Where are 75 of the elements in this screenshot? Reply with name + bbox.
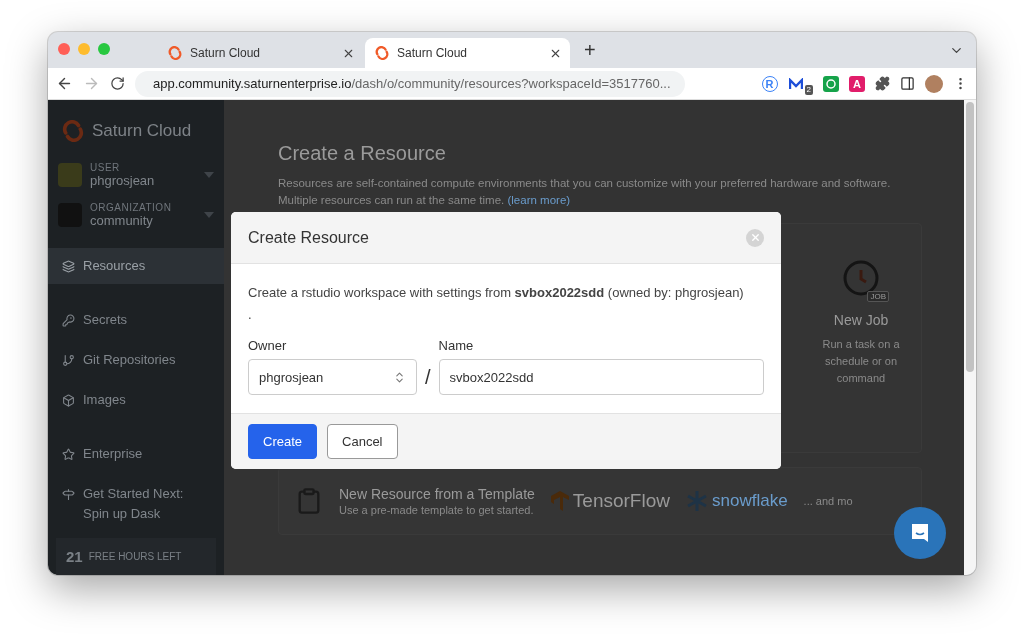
job-badge: JOB: [867, 291, 889, 302]
card-text: Run a task on a schedule or on command: [821, 337, 901, 386]
up-down-chevron-icon: [393, 370, 406, 384]
owner-select[interactable]: phgrosjean: [248, 359, 417, 395]
hours-label: FREE HOURS LEFT: [88, 551, 182, 562]
create-button[interactable]: Create: [248, 424, 318, 459]
name-label: Name: [438, 338, 475, 353]
m-logo-icon: [788, 77, 803, 90]
maximize-window-dot[interactable]: [98, 43, 110, 55]
saturn-logo-icon: [62, 120, 84, 142]
extensions-icon[interactable]: [875, 76, 890, 91]
logo-text: TensorFlow: [550, 490, 670, 512]
template-subtitle: Use a pre-made template to get started.: [339, 504, 535, 516]
new-tab-button[interactable]: +: [580, 38, 600, 62]
tensor-logo-icon: [550, 491, 569, 511]
cube-icon: [62, 394, 75, 407]
signpost-icon: [62, 488, 75, 501]
star-icon: [62, 448, 75, 461]
minimize-window-dot[interactable]: [78, 43, 90, 55]
browser-tab[interactable]: Saturn Cloud: [158, 38, 363, 68]
tab-title: Saturn Cloud: [190, 46, 262, 60]
snowflake-icon: [686, 490, 708, 512]
dialog-message: Create a rstudio workspace with settings from svbox2022sdd (owned by: phgrosjean) .: [248, 284, 745, 324]
nav-item[interactable]: Get Started Next: Spin up Dask: [48, 476, 224, 532]
learn-more-link[interactable]: (learn more): [507, 194, 571, 206]
count-badge: 2: [804, 84, 813, 95]
logo-text: snowflake: [686, 490, 788, 512]
close-icon: [749, 232, 761, 243]
key-icon: [62, 314, 75, 327]
dialog-title: Create Resource: [248, 228, 369, 247]
account-avatar: [58, 163, 82, 187]
account-name[interactable]: community: [90, 213, 196, 228]
nav-item[interactable]: Git Repositories: [48, 342, 224, 378]
chat-button[interactable]: [894, 507, 946, 559]
hours-count: 21: [66, 548, 83, 565]
name-input[interactable]: svbox2022sdd: [438, 359, 764, 395]
nav-label: Images: [83, 391, 126, 409]
slash-separator: /: [425, 365, 431, 390]
address-bar[interactable]: app.community.saturnenterprise.io/dash/o/community/resources?workspaceId=3517760...: [135, 70, 685, 97]
nav-label: Secrets: [83, 311, 128, 329]
back-icon[interactable]: [56, 75, 73, 92]
nav-label: Enterprise: [83, 445, 143, 463]
profile-avatar[interactable]: [925, 74, 943, 93]
card-title: New Job: [833, 312, 889, 328]
nav-item[interactable]: Enterprise: [48, 436, 224, 472]
nav-label: Resources: [83, 257, 146, 275]
account-name[interactable]: phgrosjean: [90, 173, 196, 188]
branch-icon: [62, 354, 75, 367]
saturn-logo-icon: [375, 46, 389, 60]
scrollbar-thumb[interactable]: [966, 102, 974, 372]
side-panel-icon[interactable]: [900, 76, 915, 91]
more-text: ... and mo: [803, 495, 853, 507]
nav-item[interactable]: Images: [48, 382, 224, 418]
template-panel[interactable]: New Resource from a Template Use a pre-made template to get started. TensorFlow snowflake ... and mo: [278, 467, 922, 535]
nav-item[interactable]: Secrets: [48, 302, 224, 338]
page-title: Create a Resource: [278, 142, 447, 165]
layers-icon: [62, 260, 75, 273]
reload-icon[interactable]: [110, 76, 125, 91]
owner-label: Owner: [248, 338, 288, 353]
cancel-button[interactable]: Cancel: [327, 424, 398, 459]
page-description: Resources are self-contained compute environments that you can customize with your preferred hardware and software. Multiple resources can run at the same time. (learn more): [278, 176, 892, 208]
account-caption: ORGANIZATION: [90, 202, 173, 213]
nav-label: Get Started Next: Spin up Dask: [83, 485, 185, 523]
browser-tab[interactable]: Saturn Cloud: [365, 38, 570, 68]
saturn-logo-icon: [168, 46, 182, 60]
tab-title: Saturn Cloud: [397, 46, 469, 60]
template-title: New Resource from a Template: [339, 486, 535, 502]
brand-name: Saturn Cloud: [92, 121, 192, 141]
extension-button[interactable]: [823, 75, 839, 92]
extension-button[interactable]: A: [849, 75, 865, 92]
close-window-dot[interactable]: [58, 43, 70, 55]
nav-label: Git Repositories: [83, 351, 176, 369]
nav-item[interactable]: Resources: [48, 248, 224, 284]
extension-button[interactable]: R: [761, 75, 778, 92]
account-caption: USER: [90, 162, 121, 173]
